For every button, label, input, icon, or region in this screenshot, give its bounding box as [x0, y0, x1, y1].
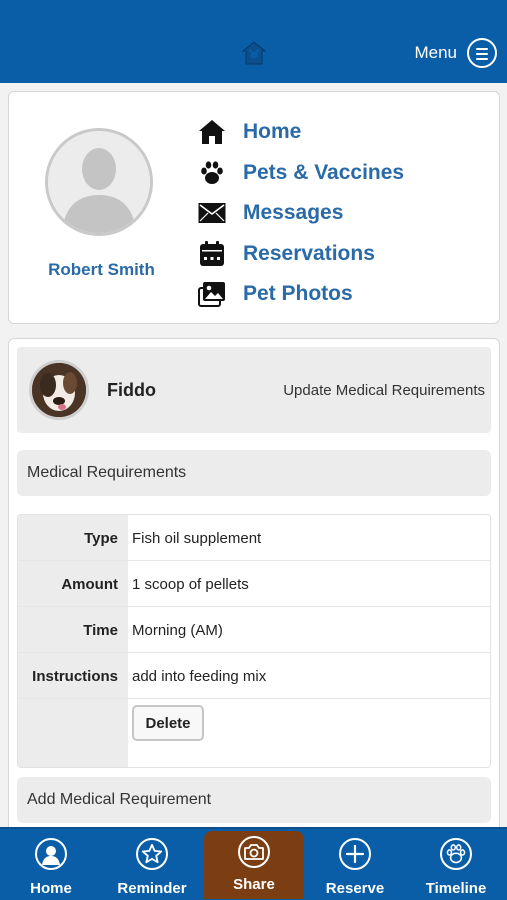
user-icon — [35, 838, 67, 870]
user-name[interactable]: Robert Smith — [29, 260, 174, 280]
house-paw-icon[interactable] — [241, 40, 267, 66]
calendar-icon — [197, 239, 227, 269]
pet-header: Fiddo Update Medical Requirements — [17, 347, 491, 433]
row-value: add into feeding mix — [132, 667, 267, 685]
nav-item-messages[interactable]: Messages — [197, 193, 404, 234]
table-row: Time Morning (AM) — [18, 607, 490, 653]
row-key: Instructions — [32, 667, 118, 685]
nav-item-home[interactable]: Home — [197, 112, 404, 153]
tab-home[interactable]: Home — [1, 829, 101, 900]
nav-item-label: Home — [243, 120, 302, 144]
top-app-bar: Menu — [0, 0, 507, 83]
hamburger-circle-icon — [467, 38, 497, 68]
tab-timeline[interactable]: Timeline — [406, 829, 506, 900]
pet-avatar[interactable] — [29, 360, 89, 420]
nav-item-label: Pets & Vaccines — [243, 160, 405, 184]
row-key: Time — [83, 621, 118, 639]
table-row: Type Fish oil supplement — [18, 515, 490, 561]
user-avatar — [45, 128, 153, 236]
tab-label: Reserve — [325, 880, 385, 897]
nav-item-reservations[interactable]: Reservations — [197, 234, 404, 275]
nav-item-label: Messages — [243, 201, 344, 225]
update-medical-requirements-link[interactable]: Update Medical Requirements — [283, 382, 485, 399]
medical-requirement-table: Type Fish oil supplement Amount 1 scoop … — [17, 514, 491, 768]
camera-icon — [238, 836, 270, 868]
add-medical-requirement-header[interactable]: Add Medical Requirement — [17, 777, 491, 823]
user-silhouette-icon — [48, 131, 150, 233]
tab-label: Home — [30, 880, 72, 897]
nav-item-label: Pet Photos — [243, 282, 353, 306]
tab-reminder[interactable]: Reminder — [102, 829, 202, 900]
tab-label: Share — [233, 876, 275, 893]
profile-card: Robert Smith Home Pets & Vaccines Messag… — [8, 91, 500, 324]
nav-item-pets-vaccines[interactable]: Pets & Vaccines — [197, 153, 404, 194]
photos-icon — [197, 279, 227, 309]
nav-item-pet-photos[interactable]: Pet Photos — [197, 274, 404, 315]
profile-nav: Home Pets & Vaccines Messages Reservatio… — [197, 112, 404, 315]
medical-requirements-card: Fiddo Update Medical Requirements Medica… — [8, 338, 500, 838]
row-value: 1 scoop of pellets — [132, 575, 249, 593]
row-key: Type — [84, 529, 118, 547]
nav-item-label: Reservations — [243, 241, 375, 265]
paw-icon — [197, 158, 227, 188]
row-value: Morning (AM) — [132, 621, 223, 639]
table-row: Amount 1 scoop of pellets — [18, 561, 490, 607]
row-key: Amount — [61, 575, 118, 593]
paw-icon — [440, 838, 472, 870]
pet-name: Fiddo — [107, 380, 156, 400]
row-value: Fish oil supplement — [132, 529, 262, 547]
bottom-tab-bar: Home Reminder Share Reserve Timeline — [0, 827, 507, 900]
table-row: Instructions add into feeding mix — [18, 653, 490, 699]
tab-reserve[interactable]: Reserve — [305, 829, 405, 900]
envelope-icon — [197, 198, 227, 228]
plus-icon — [339, 838, 371, 870]
house-icon — [197, 117, 227, 147]
tab-label: Reminder — [117, 880, 187, 897]
tab-share[interactable]: Share — [204, 831, 304, 899]
star-icon — [136, 838, 168, 870]
medical-requirements-header[interactable]: Medical Requirements — [17, 450, 491, 496]
delete-button[interactable]: Delete — [132, 705, 204, 741]
tab-label: Timeline — [425, 880, 487, 897]
menu-label: Menu — [414, 43, 457, 62]
menu-button[interactable]: Menu — [414, 36, 497, 70]
